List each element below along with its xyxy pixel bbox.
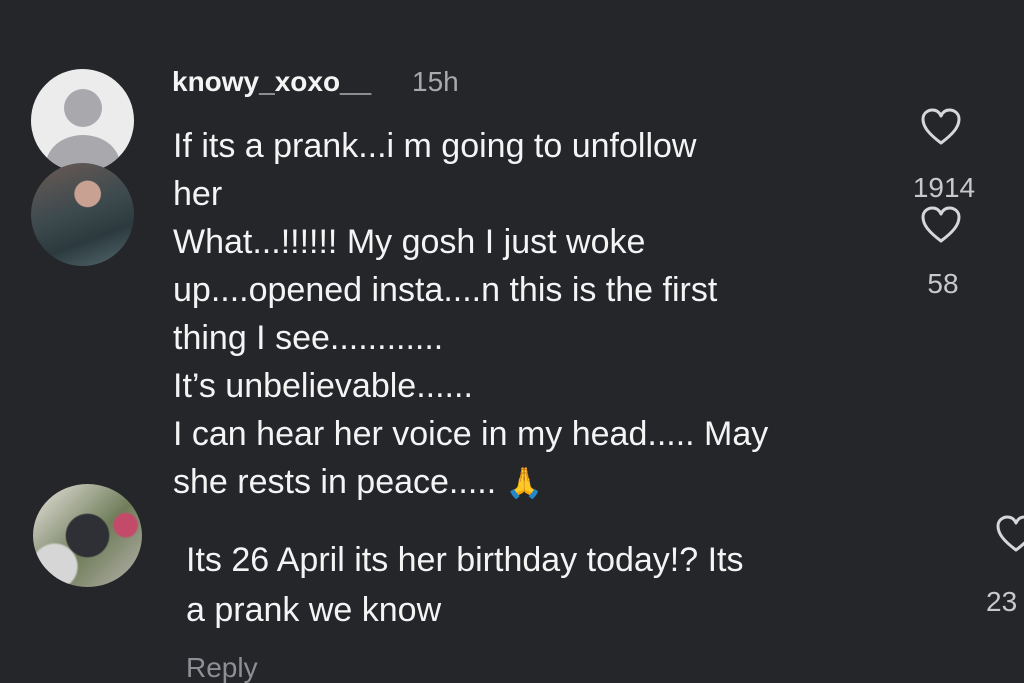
comment-text-line: up....opened insta....n this is the firs… — [173, 271, 718, 309]
like-count: 58 — [927, 268, 959, 299]
avatar[interactable] — [31, 163, 134, 266]
comment-text-line: It’s unbelievable...... — [173, 367, 473, 405]
comment-timestamp: 15h — [412, 66, 459, 97]
heart-outline-icon[interactable] — [994, 514, 1024, 554]
default-user-avatar-head — [64, 89, 102, 127]
heart-outline-icon[interactable] — [919, 205, 963, 245]
heart-outline-icon[interactable] — [919, 107, 963, 147]
comment-username[interactable]: knowy_xoxo__ — [172, 66, 371, 98]
comment-text-line: thing I see............ — [173, 319, 444, 357]
folded-hands-emoji: 🙏 — [505, 467, 543, 500]
like-count: 1914 — [912, 172, 976, 203]
avatar[interactable] — [31, 69, 134, 172]
comment-text-line: I can hear her voice in my head..... May — [173, 415, 769, 453]
comment-text-line: her — [173, 175, 223, 213]
avatar[interactable] — [33, 484, 142, 587]
comment-text-line: If its a prank...i m going to unfollow — [173, 127, 697, 165]
like-count: 23 — [986, 586, 1018, 617]
comment-text-line: a prank we know — [186, 591, 442, 629]
comment-text-line: she rests in peace..... 🙏 — [173, 458, 543, 508]
comments-screen: knowy_xoxo__ 15h If its a prank...i m go… — [0, 0, 1024, 683]
reply-link[interactable]: Reply — [186, 652, 258, 683]
comment-text: she rests in peace..... — [173, 463, 497, 501]
comment-text-line: What...!!!!!! My gosh I just woke — [173, 223, 646, 261]
comment-text-line: Its 26 April its her birthday today!? It… — [186, 541, 744, 579]
